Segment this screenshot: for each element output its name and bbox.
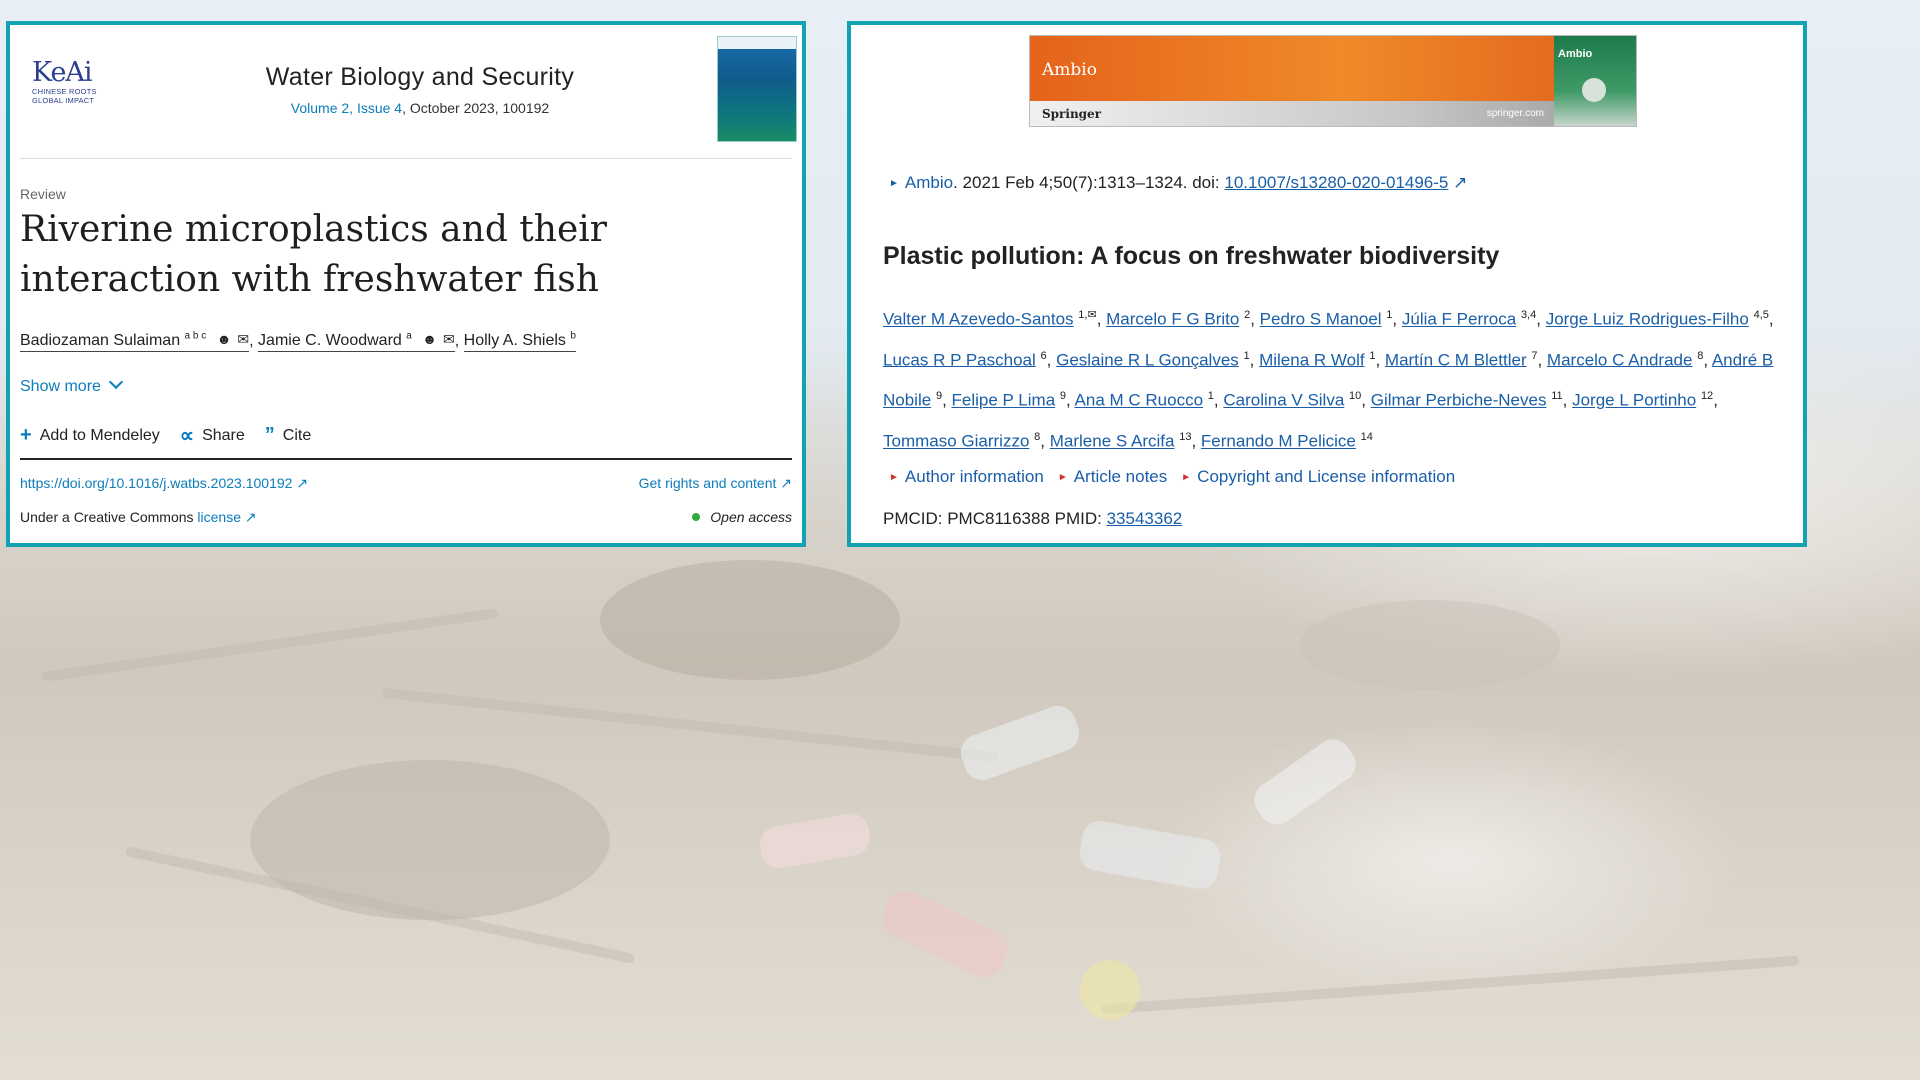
author-link[interactable]: Júlia F Perroca (1402, 310, 1516, 329)
author-information-link[interactable]: ► Author information (889, 467, 1044, 487)
author-link[interactable]: Marcelo C Andrade (1547, 350, 1693, 369)
article-type: Review (20, 186, 66, 202)
divider (20, 458, 792, 460)
author-link[interactable]: Martín C M Blettler (1385, 350, 1527, 369)
author-link[interactable]: Pedro S Manoel (1260, 310, 1382, 329)
article-actions: + Add to Mendeley ∝ Share ” Cite (20, 423, 311, 448)
identifiers: PMCID: PMC8116388 PMID: 33543362 (883, 509, 1182, 529)
article-notes-link[interactable]: ► Article notes (1058, 467, 1167, 487)
author-affiliation: 11 (1551, 390, 1563, 403)
author-affiliation: 8 (1034, 430, 1041, 443)
share-icon: ∝ (179, 425, 195, 447)
author-link[interactable]: Jorge Luiz Rodrigues-Filho (1546, 310, 1749, 329)
author-link[interactable]: Carolina V Silva (1223, 391, 1344, 410)
author-affiliation: 13 (1179, 430, 1192, 443)
author-affiliation: 1 (1369, 349, 1376, 362)
issue-info: Volume 2, Issue 4, October 2023, 100192 (210, 100, 630, 116)
license-link[interactable]: license ↗ (197, 509, 256, 525)
author-affiliation: 9 (1059, 390, 1067, 403)
author-link[interactable]: Holly A. Shiels b (463, 331, 576, 353)
external-link-icon: ↗ (1453, 173, 1468, 192)
quote-icon: ” (264, 424, 275, 446)
author-affiliation: 12 (1700, 390, 1714, 403)
author-affiliation: 14 (1360, 430, 1373, 443)
author-link[interactable]: Geslaine R L Gonçalves (1056, 350, 1239, 369)
author-affiliation: 8 (1697, 349, 1704, 362)
author-link[interactable]: Felipe P Lima (952, 391, 1056, 410)
citation-line: ► Ambio. 2021 Feb 4;50(7):1313–1324. doi:… (889, 173, 1467, 193)
author-link[interactable]: Gilmar Perbiche-Neves (1371, 391, 1547, 410)
author-affiliation: 1 (1207, 390, 1214, 403)
author-link[interactable]: Badiozaman Sulaiman a b c ☻ ✉ (20, 331, 250, 353)
author-link[interactable]: Jamie C. Woodward a ☻ ✉ (258, 331, 455, 353)
keai-logo[interactable]: KeAi CHINESE ROOTS GLOBAL IMPACT (32, 57, 112, 106)
share-button[interactable]: ∝ Share (180, 423, 245, 448)
mail-icon[interactable]: ✉ (443, 331, 455, 348)
banner-title: Ambio (1042, 60, 1097, 80)
author-link[interactable]: Milena R Wolf (1259, 350, 1365, 369)
keai-wordmark: KeAi (32, 57, 93, 88)
author-link[interactable]: Ana M C Ruocco (1075, 391, 1204, 410)
author-link[interactable]: Tommaso Giarrizzo (883, 432, 1029, 451)
keai-tagline-1: CHINESE ROOTS (32, 87, 97, 96)
journal-cover-thumbnail: Ambio (1554, 36, 1636, 126)
author-list: Badiozaman Sulaiman a b c ☻ ✉, Jamie C. W… (20, 331, 576, 353)
author-affiliation: 10 (1349, 390, 1362, 403)
open-access-badge: Open access (692, 509, 792, 525)
keai-tagline-2: GLOBAL IMPACT (32, 96, 95, 105)
author-affiliation: 1,✉ (1078, 309, 1097, 321)
person-icon: ☻ (216, 331, 232, 348)
pmid-link[interactable]: 33543362 (1107, 509, 1183, 528)
author-list: Valter M Azevedo-Santos 1,✉, Marcelo F G… (883, 309, 1774, 451)
volume-link[interactable]: Volume 2, Issue 4 (291, 100, 402, 116)
triangle-right-icon: ► (1057, 472, 1068, 483)
author-affiliation: 6 (1040, 349, 1047, 362)
author-link[interactable]: Valter M Azevedo-Santos (883, 310, 1074, 329)
copyright-license-link[interactable]: ► Copyright and License information (1181, 467, 1455, 487)
author-link[interactable]: Fernando M Pelicice (1201, 432, 1356, 451)
author-affiliation: 1 (1243, 349, 1250, 362)
article-title: Plastic pollution: A focus on freshwater… (883, 242, 1500, 270)
chevron-down-icon (108, 374, 123, 390)
author-link[interactable]: Lucas R P Paschoal (883, 350, 1036, 369)
mail-icon[interactable]: ✉ (237, 331, 249, 348)
author-affiliation: 2 (1244, 309, 1251, 321)
author-link[interactable]: Marlene S Arcifa (1050, 432, 1175, 451)
triangle-right-icon: ► (889, 178, 899, 189)
author-affiliation: 7 (1531, 349, 1538, 362)
doi-link[interactable]: 10.1007/s13280-020-01496-5 (1224, 173, 1448, 192)
springer-logo: Springer (1042, 107, 1102, 121)
person-icon: ☻ (422, 331, 438, 348)
cite-button[interactable]: ” Cite (265, 424, 311, 447)
info-links: ► Author information ► Article notes ► Copy… (889, 467, 1455, 487)
article-card-ambio: Ambio Springer springer.com Ambio ► Ambio.… (847, 21, 1807, 547)
triangle-right-icon: ► (1181, 472, 1192, 483)
journal-header: Water Biology and Security Volume 2, Iss… (210, 63, 630, 116)
plus-icon: + (20, 424, 32, 446)
license-note: Under a Creative Commons license ↗ (20, 509, 257, 525)
show-more-button[interactable]: Show more (20, 374, 123, 396)
journal-link[interactable]: Ambio (905, 173, 953, 192)
rights-link[interactable]: Get rights and content ↗ (639, 475, 792, 492)
issue-date: , October 2023, 100192 (402, 100, 550, 116)
add-to-mendeley-button[interactable]: + Add to Mendeley (20, 424, 160, 447)
journal-banner[interactable]: Ambio Springer springer.com Ambio (1029, 35, 1637, 127)
journal-cover-thumbnail[interactable] (717, 36, 797, 142)
divider (20, 158, 792, 159)
author-affiliation: 9 (935, 390, 943, 403)
citation-text: . 2021 Feb 4;50(7):1313–1324. doi: (953, 173, 1225, 192)
doi-link[interactable]: https://doi.org/10.1016/j.watbs.2023.100… (20, 475, 308, 492)
author-affiliation: 1 (1386, 309, 1393, 321)
open-access-dot-icon (692, 513, 701, 521)
triangle-right-icon: ► (889, 472, 899, 483)
author-affiliation: 4,5 (1753, 309, 1769, 321)
article-title: Riverine microplastics and their interac… (20, 209, 607, 300)
banner-url: springer.com (1486, 108, 1544, 119)
journal-title[interactable]: Water Biology and Security (210, 63, 630, 92)
author-link[interactable]: Marcelo F G Brito (1106, 310, 1239, 329)
pmcid: PMCID: PMC8116388 PMID: (883, 509, 1107, 528)
article-card-water-biology: KeAi CHINESE ROOTS GLOBAL IMPACT Water B… (6, 21, 806, 547)
author-link[interactable]: Jorge L Portinho (1572, 391, 1696, 410)
author-affiliation: 3,4 (1520, 309, 1537, 321)
